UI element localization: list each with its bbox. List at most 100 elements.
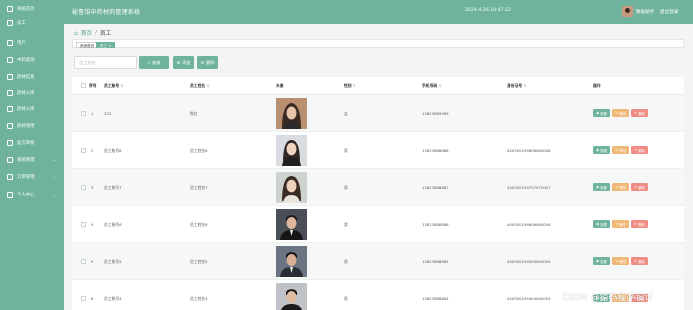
row-checkbox[interactable] — [81, 148, 86, 153]
sort-icon[interactable]: ⇅ — [523, 83, 526, 88]
datetime: 2024-4-26 10:47:22 — [465, 8, 511, 13]
edit-button-label: 修改 — [619, 111, 626, 116]
row-checkbox[interactable] — [81, 259, 86, 264]
header-phone[interactable]: 手机号码⇅ — [422, 83, 441, 89]
cell-phone: 13823888884 — [422, 296, 449, 301]
cell-gender: 男 — [344, 185, 348, 190]
sidebar: 系统首页 员工 用户 中药类别 药材信息 药材入库 药材入库 药材领用 处方审核… — [0, 0, 64, 310]
edit-button[interactable]: ✎ 修改 — [612, 146, 629, 154]
row-checkbox[interactable] — [81, 222, 86, 227]
home-icon[interactable]: ⌂ — [74, 30, 78, 37]
eye-icon: ◉ — [596, 185, 600, 189]
edit-button[interactable]: ✎ 修改 — [612, 183, 629, 191]
employee-photo — [276, 209, 307, 240]
herb-icon — [7, 74, 13, 80]
row-checkbox[interactable] — [81, 185, 86, 190]
header-index: 序号 — [89, 83, 97, 88]
employee-photo — [276, 283, 307, 310]
sort-icon[interactable]: ⇅ — [120, 83, 123, 88]
header-idcard[interactable]: 身份证号⇅ — [507, 83, 526, 89]
edit-icon: ✎ — [615, 148, 618, 152]
cell-idcard: 440300199404040004 — [507, 296, 551, 301]
delete-button[interactable]: ⊟ 删除 — [197, 56, 218, 69]
table-row: 4 员工账号6 员工姓名6 男 13823888886 44030019960606000… — [72, 206, 684, 243]
app-root: 系统首页 员工 用户 中药类别 药材信息 药材入库 药材入库 药材领用 处方审核… — [0, 0, 693, 310]
sidebar-item-category[interactable]: 中药类别 — [0, 53, 64, 67]
eye-icon: ◉ — [596, 222, 600, 226]
row-delete-button[interactable]: ✕ 删除 — [631, 257, 648, 265]
user-name[interactable]: 数据助手 — [636, 9, 654, 15]
cell-idcard: 440300199707070007 — [507, 185, 551, 190]
sidebar-item-herb-out[interactable]: 药材领用 — [0, 119, 64, 133]
eye-icon: ◉ — [596, 111, 600, 115]
sidebar-item-label: 用户 — [17, 41, 26, 46]
view-button[interactable]: ◉ 查看 — [593, 220, 610, 228]
cell-name: 陈红 — [190, 111, 198, 116]
row-checkbox[interactable] — [81, 111, 86, 116]
plus-icon: ⊞ — [176, 60, 181, 65]
cell-gender: 男 — [344, 148, 348, 153]
sidebar-item-label: 药材领用 — [17, 124, 35, 129]
user-icon — [7, 20, 13, 26]
header-gender[interactable]: 性别⇅ — [344, 83, 356, 89]
header-account[interactable]: 员工账号⇅ — [104, 83, 123, 89]
tag-employee[interactable]: 员工 × — [96, 41, 116, 48]
row-delete-button-label: 删除 — [638, 222, 645, 227]
view-button[interactable]: ◉ 查看 — [593, 146, 610, 154]
search-icon: ⌕ — [147, 60, 150, 65]
employee-photo — [276, 98, 307, 129]
avatar[interactable] — [622, 6, 633, 17]
sidebar-item-herb-info[interactable]: 药材信息 — [0, 70, 64, 84]
sidebar-item-prescription[interactable]: 处方审核 — [0, 136, 64, 150]
edit-button-label: 修改 — [619, 259, 626, 264]
sidebar-item-home[interactable]: 系统首页 — [0, 2, 64, 16]
cell-idcard: 440300199808080008 — [507, 148, 551, 153]
cell-index: 4 — [91, 222, 94, 227]
edit-button-label: 修改 — [619, 148, 626, 153]
edit-button[interactable]: ✎ 修改 — [612, 220, 629, 228]
sort-icon[interactable]: ⇅ — [206, 83, 209, 88]
header-name[interactable]: 员工姓名⇅ — [190, 83, 209, 89]
sidebar-item-profile[interactable]: 个人中心 ⌄ — [0, 188, 64, 202]
edit-button-label: 修改 — [619, 185, 626, 190]
view-button[interactable]: ◉ 查看 — [593, 109, 610, 117]
sort-icon[interactable]: ⇅ — [438, 83, 441, 88]
sidebar-item-employee[interactable]: 员工 — [0, 16, 64, 30]
view-button-label: 查看 — [600, 222, 607, 227]
sidebar-item-herb-in-1[interactable]: 药材入库 — [0, 86, 64, 100]
trash-icon: ✕ — [634, 111, 637, 115]
sidebar-item-label: 个人中心 — [17, 193, 35, 198]
row-checkbox[interactable] — [81, 296, 86, 301]
employee-photo — [276, 135, 307, 166]
sort-icon[interactable]: ⇅ — [353, 83, 356, 88]
cell-name: 员工姓名5 — [190, 259, 208, 264]
row-delete-button[interactable]: ✕ 删除 — [631, 146, 648, 154]
select-all-checkbox[interactable] — [81, 83, 86, 88]
sidebar-item-herb-in-2[interactable]: 药材入库 — [0, 102, 64, 116]
add-button-label: 添加 — [182, 59, 191, 65]
sidebar-item-orders[interactable]: 订单管理 ⌄ — [0, 170, 64, 184]
row-delete-button[interactable]: ✕ 删除 — [631, 109, 648, 117]
row-delete-button[interactable]: ✕ 删除 — [631, 220, 648, 228]
search-input[interactable]: 员工姓名 — [74, 56, 137, 69]
search-button[interactable]: ⌕ 查询 — [139, 56, 169, 69]
add-button[interactable]: ⊞ 添加 — [173, 56, 194, 69]
row-delete-button[interactable]: ✕ 删除 — [631, 183, 648, 191]
users-icon — [7, 40, 13, 46]
view-button[interactable]: ◉ 查看 — [593, 183, 610, 191]
cell-idcard: 440300199505050005 — [507, 259, 551, 264]
tag-bar: 系统首页 员工 × — [72, 39, 684, 48]
sidebar-item-system[interactable]: 系统管理 ⌄ — [0, 153, 64, 167]
view-button-label: 查看 — [600, 148, 607, 153]
logout-button[interactable]: 退出登录 — [660, 9, 678, 15]
edit-button[interactable]: ✎ 修改 — [612, 257, 629, 265]
edit-button[interactable]: ✎ 修改 — [612, 109, 629, 117]
home-icon — [7, 6, 13, 12]
header-gender-label: 性别 — [344, 83, 352, 88]
sidebar-item-label: 中药类别 — [17, 58, 35, 63]
header-avatar: 头像 — [276, 83, 284, 88]
breadcrumb-home[interactable]: 首页 — [81, 29, 92, 37]
sidebar-item-users[interactable]: 用户 — [0, 36, 64, 50]
inbox-icon — [7, 106, 13, 112]
view-button[interactable]: ◉ 查看 — [593, 257, 610, 265]
